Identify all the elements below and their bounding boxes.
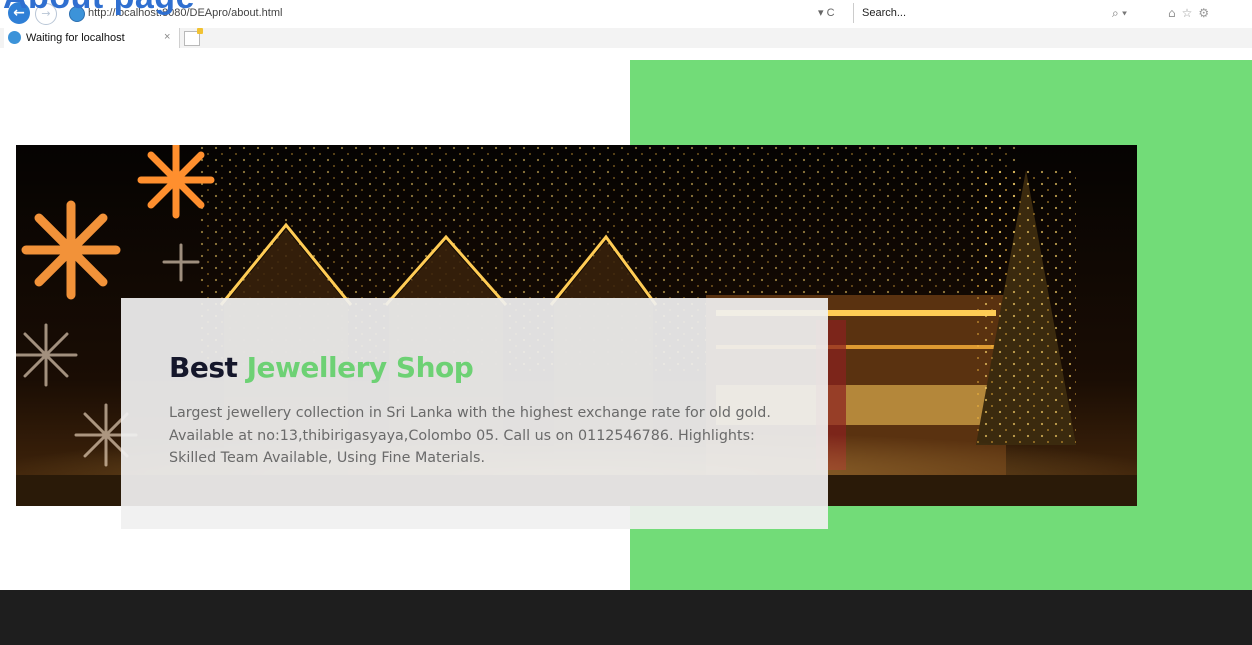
about-card: Best Jewellery Shop Largest jewellery co… — [121, 298, 828, 529]
loading-icon — [8, 31, 21, 44]
search-icon[interactable]: ⌕ ▾ — [1112, 3, 1127, 23]
heading-jewellery-shop: Jewellery Shop — [246, 351, 474, 384]
tab-active[interactable]: Waiting for localhost × — [4, 28, 180, 48]
heading-best: Best — [169, 351, 238, 384]
about-heading: Best Jewellery Shop — [169, 350, 474, 386]
tab-bar: Waiting for localhost × — [0, 28, 1252, 48]
page-title-overlay: About page — [3, 0, 195, 14]
footer — [0, 590, 1252, 645]
close-tab-icon[interactable]: × — [164, 31, 170, 43]
tab-label: Waiting for localhost — [26, 32, 125, 44]
favorites-icon[interactable]: ☆ — [1182, 6, 1199, 20]
about-description: Largest jewellery collection in Sri Lank… — [169, 405, 771, 466]
search-placeholder: Search... — [862, 7, 907, 19]
search-input[interactable]: Search... — [853, 3, 1104, 23]
new-tab-button[interactable] — [184, 28, 203, 46]
toolbar-icons: ⌂☆⚙ — [1168, 3, 1252, 23]
home-icon[interactable]: ⌂ — [1168, 6, 1182, 20]
refresh-icon[interactable]: ▾ C — [818, 3, 835, 23]
settings-icon[interactable]: ⚙ — [1198, 6, 1215, 20]
